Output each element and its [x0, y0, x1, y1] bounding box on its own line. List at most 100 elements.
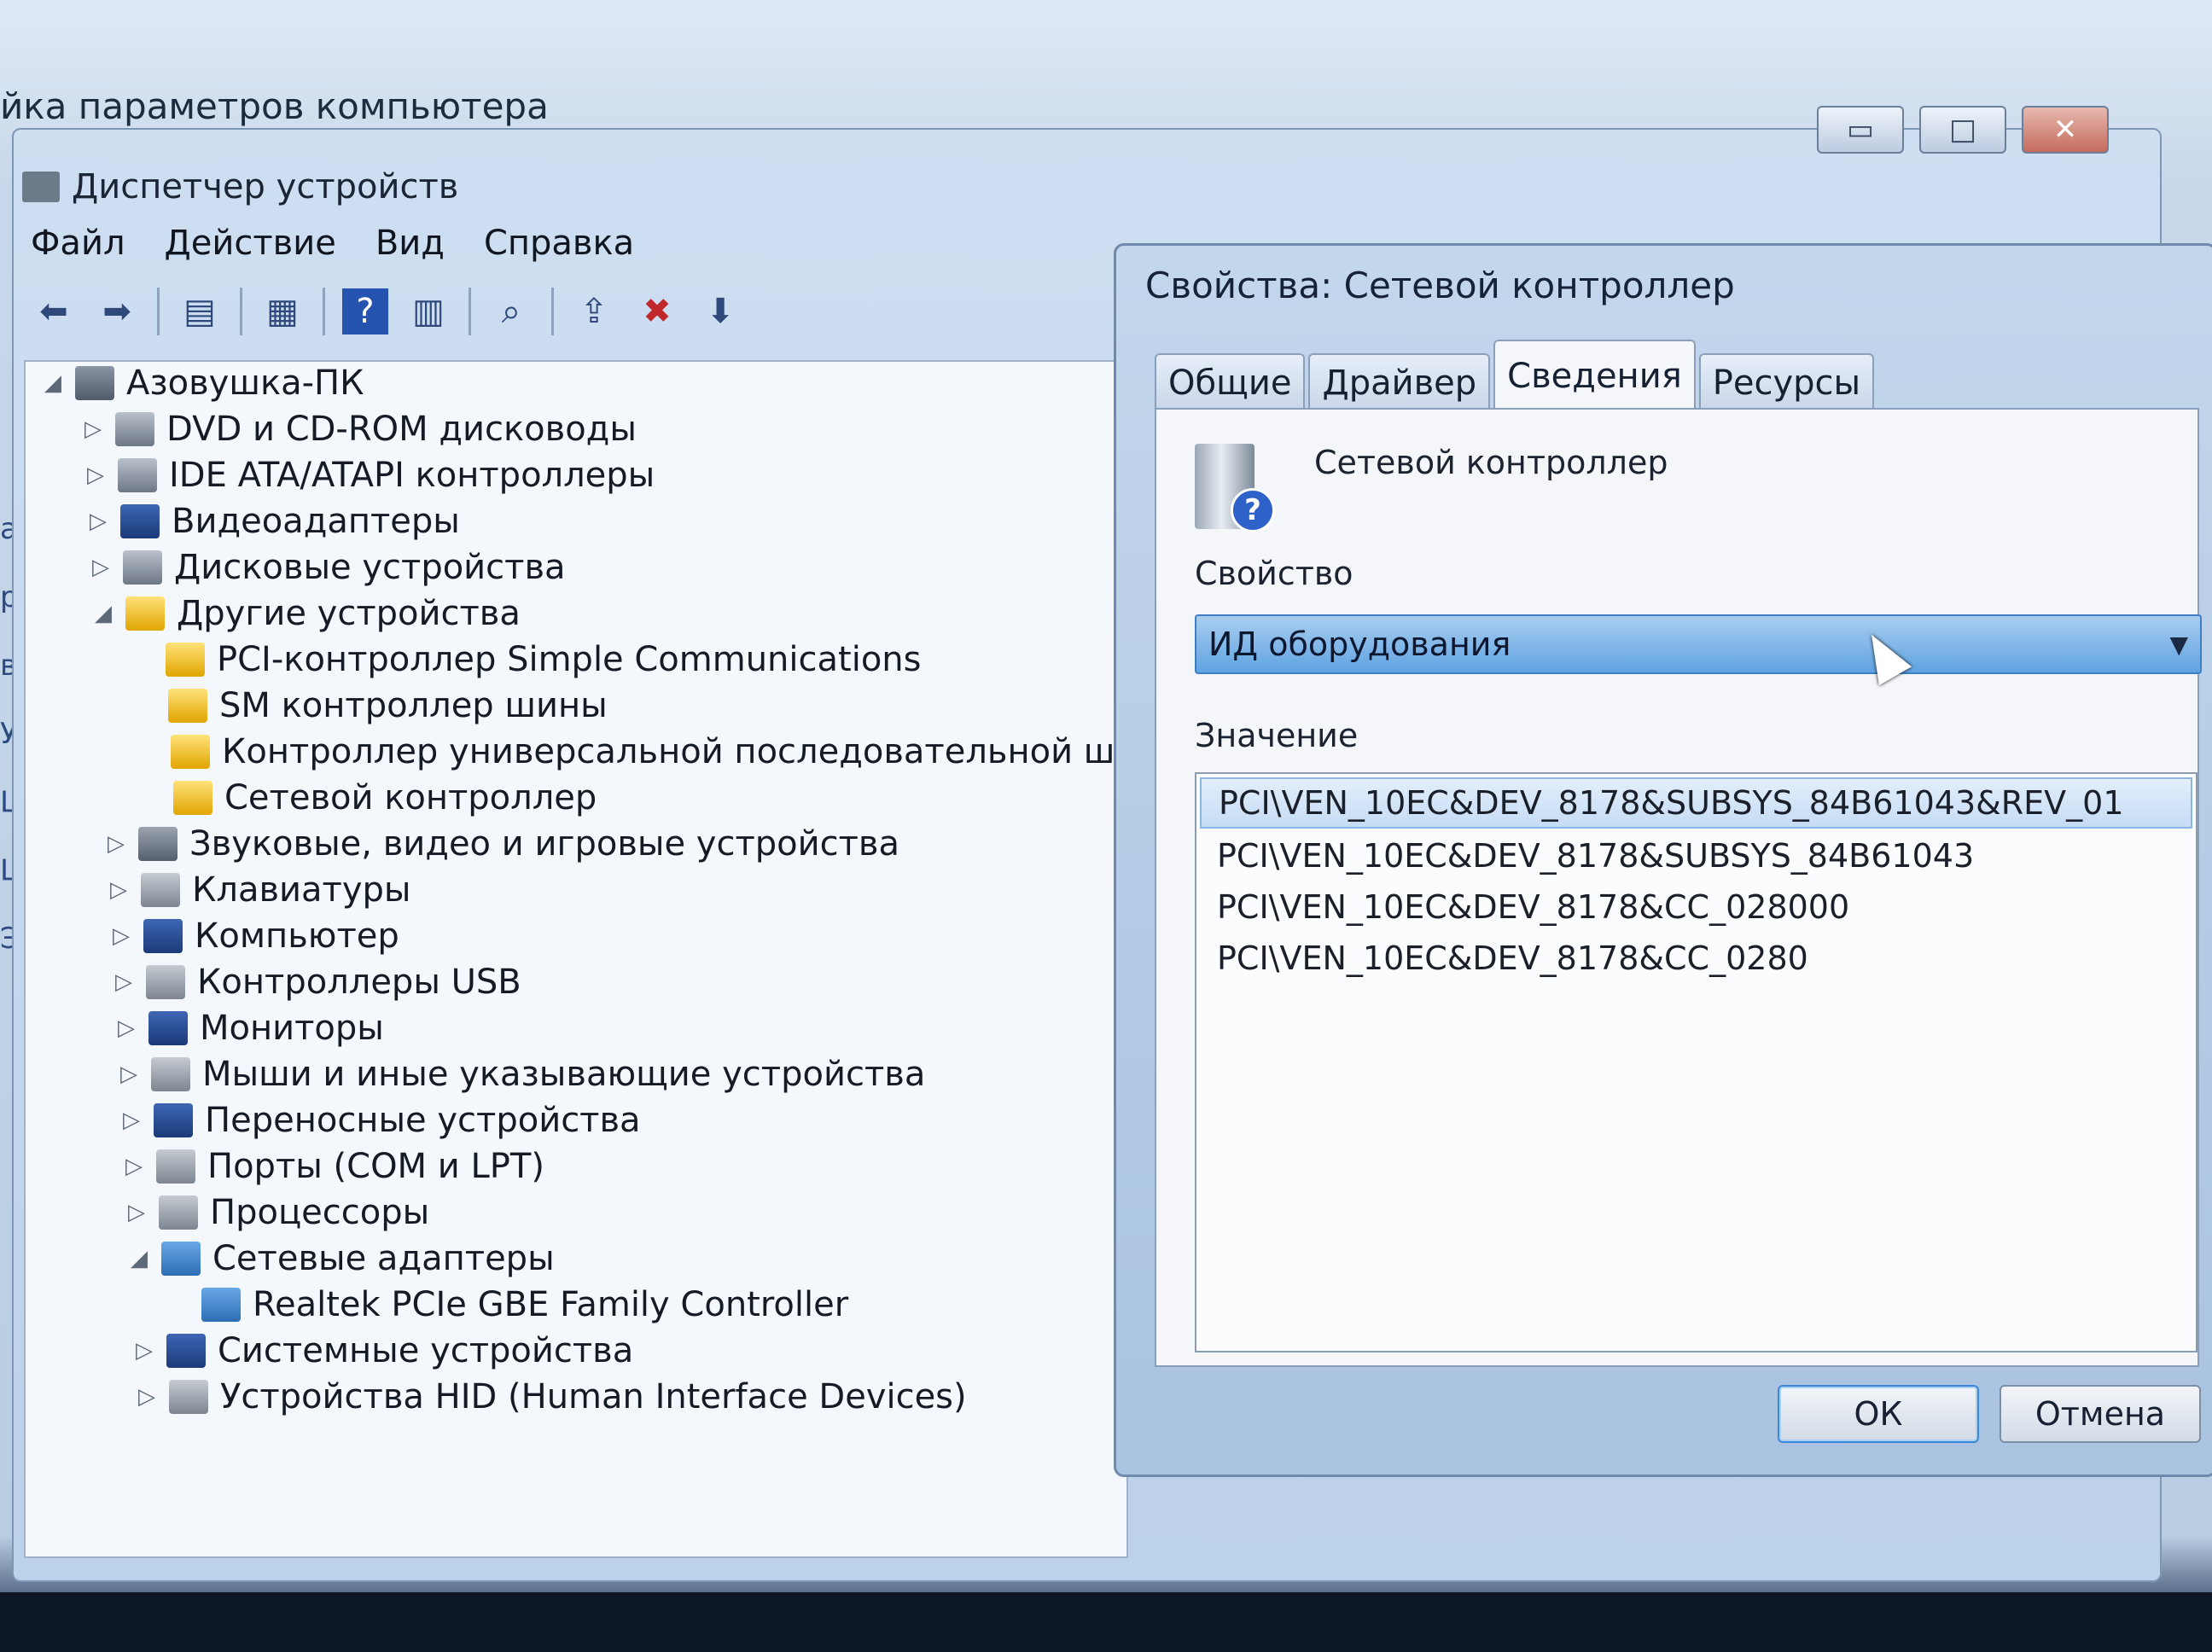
- tree-item-label: Контроллеры USB: [197, 963, 521, 1002]
- tree-item[interactable]: Сетевой контроллер: [141, 778, 597, 817]
- view-icon[interactable]: ▥: [405, 288, 451, 334]
- back-arrow-icon[interactable]: ⬅: [31, 288, 77, 334]
- tree-item-label: Дисковые устройства: [174, 548, 566, 587]
- menu-action[interactable]: Действие: [165, 224, 336, 263]
- update-driver-icon[interactable]: ⇪: [571, 288, 617, 334]
- properties-dialog: Свойства: Сетевой контроллер Общие Драйв…: [1114, 243, 2212, 1477]
- device-category-icon: [168, 689, 207, 723]
- list-item[interactable]: PCI\VEN_10EC&DEV_8178&SUBSYS_84B61043: [1200, 832, 2192, 880]
- device-category-icon: [115, 412, 154, 446]
- list-item[interactable]: PCI\VEN_10EC&DEV_8178&SUBSYS_84B61043&RE…: [1200, 777, 2192, 829]
- scan-hardware-icon[interactable]: ⌕: [488, 288, 534, 334]
- chevron-down-icon[interactable]: ▼: [2169, 631, 2188, 659]
- forward-arrow-icon[interactable]: ➡: [94, 288, 140, 334]
- enable-device-icon[interactable]: ⬇: [697, 288, 743, 334]
- expand-arrow-icon[interactable]: ▷: [114, 969, 134, 995]
- menu-bar: Файл Действие Вид Справка: [31, 224, 634, 263]
- tree-item-label: Переносные устройства: [205, 1101, 641, 1140]
- device-category-icon: [120, 504, 160, 538]
- device-category-icon: [161, 1242, 201, 1276]
- tree-item[interactable]: ▷ Устройства HID (Human Interface Devices…: [137, 1377, 967, 1416]
- expand-arrow-icon[interactable]: ▷: [90, 555, 111, 580]
- tree-item[interactable]: Контроллер универсальной последовательно…: [138, 732, 1267, 771]
- menu-view[interactable]: Вид: [375, 224, 445, 263]
- tree-item-label: Сетевой контроллер: [224, 778, 597, 817]
- expand-arrow-icon[interactable]: ▷: [108, 877, 129, 903]
- maximize-button[interactable]: □: [1919, 106, 2006, 154]
- value-list[interactable]: PCI\VEN_10EC&DEV_8178&SUBSYS_84B61043&RE…: [1195, 772, 2197, 1352]
- expand-arrow-icon[interactable]: ▷: [83, 416, 103, 442]
- device-category-icon: [171, 735, 210, 769]
- collapse-arrow-icon[interactable]: ◢: [129, 1246, 149, 1271]
- toolbar-separator: [551, 288, 554, 335]
- ok-button[interactable]: ОК: [1778, 1385, 1979, 1443]
- toolbar-separator: [157, 288, 160, 335]
- device-category-icon: [125, 596, 165, 631]
- properties-icon[interactable]: ▦: [259, 288, 306, 334]
- tree-item[interactable]: ◢ Сетевые адаптеры: [129, 1239, 555, 1278]
- expand-arrow-icon[interactable]: ▷: [119, 1062, 139, 1087]
- tree-item[interactable]: ▷ Переносные устройства: [121, 1101, 641, 1140]
- tree-item[interactable]: ◢ Другие устройства: [93, 594, 521, 633]
- tree-item[interactable]: ▷ Порты (COM и LPT): [124, 1147, 544, 1186]
- expand-arrow-icon[interactable]: ▷: [106, 831, 126, 857]
- tree-item[interactable]: ▷ Звуковые, видео и игровые устройства: [106, 824, 899, 864]
- tree-item[interactable]: ▷ Мониторы: [116, 1009, 384, 1048]
- expand-arrow-icon[interactable]: ▷: [126, 1200, 147, 1225]
- tree-item[interactable]: ▷ Контроллеры USB: [114, 963, 521, 1002]
- tree-item-label: Компьютер: [195, 916, 399, 956]
- dialog-title: Свойства: Сетевой контроллер: [1145, 265, 1735, 306]
- tree-item-label: PCI-контроллер Simple Communications: [217, 640, 922, 679]
- tree-item[interactable]: ◢ Азовушка-ПК: [43, 364, 364, 403]
- device-tree: ◢ Азовушка-ПК ▷ DVD и CD-ROM дисководы ▷ IDE …: [24, 360, 1267, 1558]
- tree-item[interactable]: ▷ Компьютер: [111, 916, 399, 956]
- tree-item[interactable]: Realtek PCIe GBE Family Controller: [169, 1285, 848, 1324]
- collapse-arrow-icon[interactable]: ◢: [93, 601, 114, 626]
- tree-item[interactable]: ▷ Процессоры: [126, 1193, 429, 1232]
- expand-arrow-icon[interactable]: ▷: [85, 462, 106, 488]
- tree-item[interactable]: ▷ IDE ATA/ATAPI контроллеры: [85, 456, 655, 495]
- property-select[interactable]: ИД оборудования ▼: [1195, 614, 2202, 674]
- expand-arrow-icon[interactable]: ▷: [137, 1384, 157, 1410]
- expand-arrow-icon[interactable]: ▷: [111, 923, 131, 949]
- list-item[interactable]: PCI\VEN_10EC&DEV_8178&CC_0280: [1200, 934, 2192, 982]
- menu-file[interactable]: Файл: [31, 224, 125, 263]
- expand-arrow-icon[interactable]: ▷: [116, 1015, 137, 1041]
- tree-item[interactable]: PCI-контроллер Simple Communications: [133, 640, 922, 679]
- collapse-arrow-icon[interactable]: ◢: [43, 370, 63, 396]
- device-category-icon: [156, 1149, 195, 1184]
- tab-details[interactable]: Сведения: [1493, 340, 1696, 411]
- tree-item[interactable]: ▷ Клавиатуры: [108, 870, 411, 910]
- close-button[interactable]: ✕: [2022, 106, 2109, 154]
- tree-item[interactable]: ▷ Дисковые устройства: [90, 548, 566, 587]
- expand-arrow-icon[interactable]: ▷: [121, 1108, 142, 1133]
- device-category-icon: [166, 1334, 206, 1368]
- tree-item[interactable]: ▷ Системные устройства: [134, 1331, 633, 1370]
- list-item[interactable]: PCI\VEN_10EC&DEV_8178&CC_028000: [1200, 883, 2192, 931]
- tree-item[interactable]: ▷ DVD и CD-ROM дисководы: [83, 410, 637, 449]
- device-category-icon: [118, 458, 157, 492]
- tree-item[interactable]: ▷ Мыши и иные указывающие устройства: [119, 1055, 925, 1094]
- device-category-icon: [75, 366, 114, 400]
- expand-arrow-icon[interactable]: ▷: [124, 1154, 144, 1179]
- menu-help[interactable]: Справка: [484, 224, 634, 263]
- device-category-icon: [148, 1011, 188, 1045]
- toolbar-separator: [323, 288, 325, 335]
- help-icon[interactable]: ?: [342, 288, 388, 334]
- cancel-button[interactable]: Отмена: [2000, 1385, 2201, 1443]
- tab-resources[interactable]: Ресурсы: [1698, 353, 1875, 411]
- console-tree-icon[interactable]: ▤: [177, 288, 223, 334]
- uninstall-icon[interactable]: ✖: [634, 288, 680, 334]
- device-name: Сетевой контроллер: [1314, 444, 1668, 481]
- device-manager-title-text: Диспетчер устройств: [72, 167, 459, 206]
- dialog-tabs: Общие Драйвер Сведения Ресурсы: [1155, 340, 1877, 411]
- tab-driver[interactable]: Драйвер: [1308, 353, 1491, 411]
- device-category-icon: [123, 550, 162, 585]
- expand-arrow-icon[interactable]: ▷: [134, 1338, 154, 1364]
- tab-general[interactable]: Общие: [1155, 353, 1306, 411]
- minimize-button[interactable]: ▭: [1817, 106, 1904, 154]
- expand-arrow-icon[interactable]: ▷: [88, 509, 108, 534]
- tree-item[interactable]: ▷ Видеоадаптеры: [88, 502, 460, 541]
- tree-item[interactable]: SM контроллер шины: [136, 686, 608, 725]
- property-select-value: ИД оборудования: [1208, 625, 1511, 663]
